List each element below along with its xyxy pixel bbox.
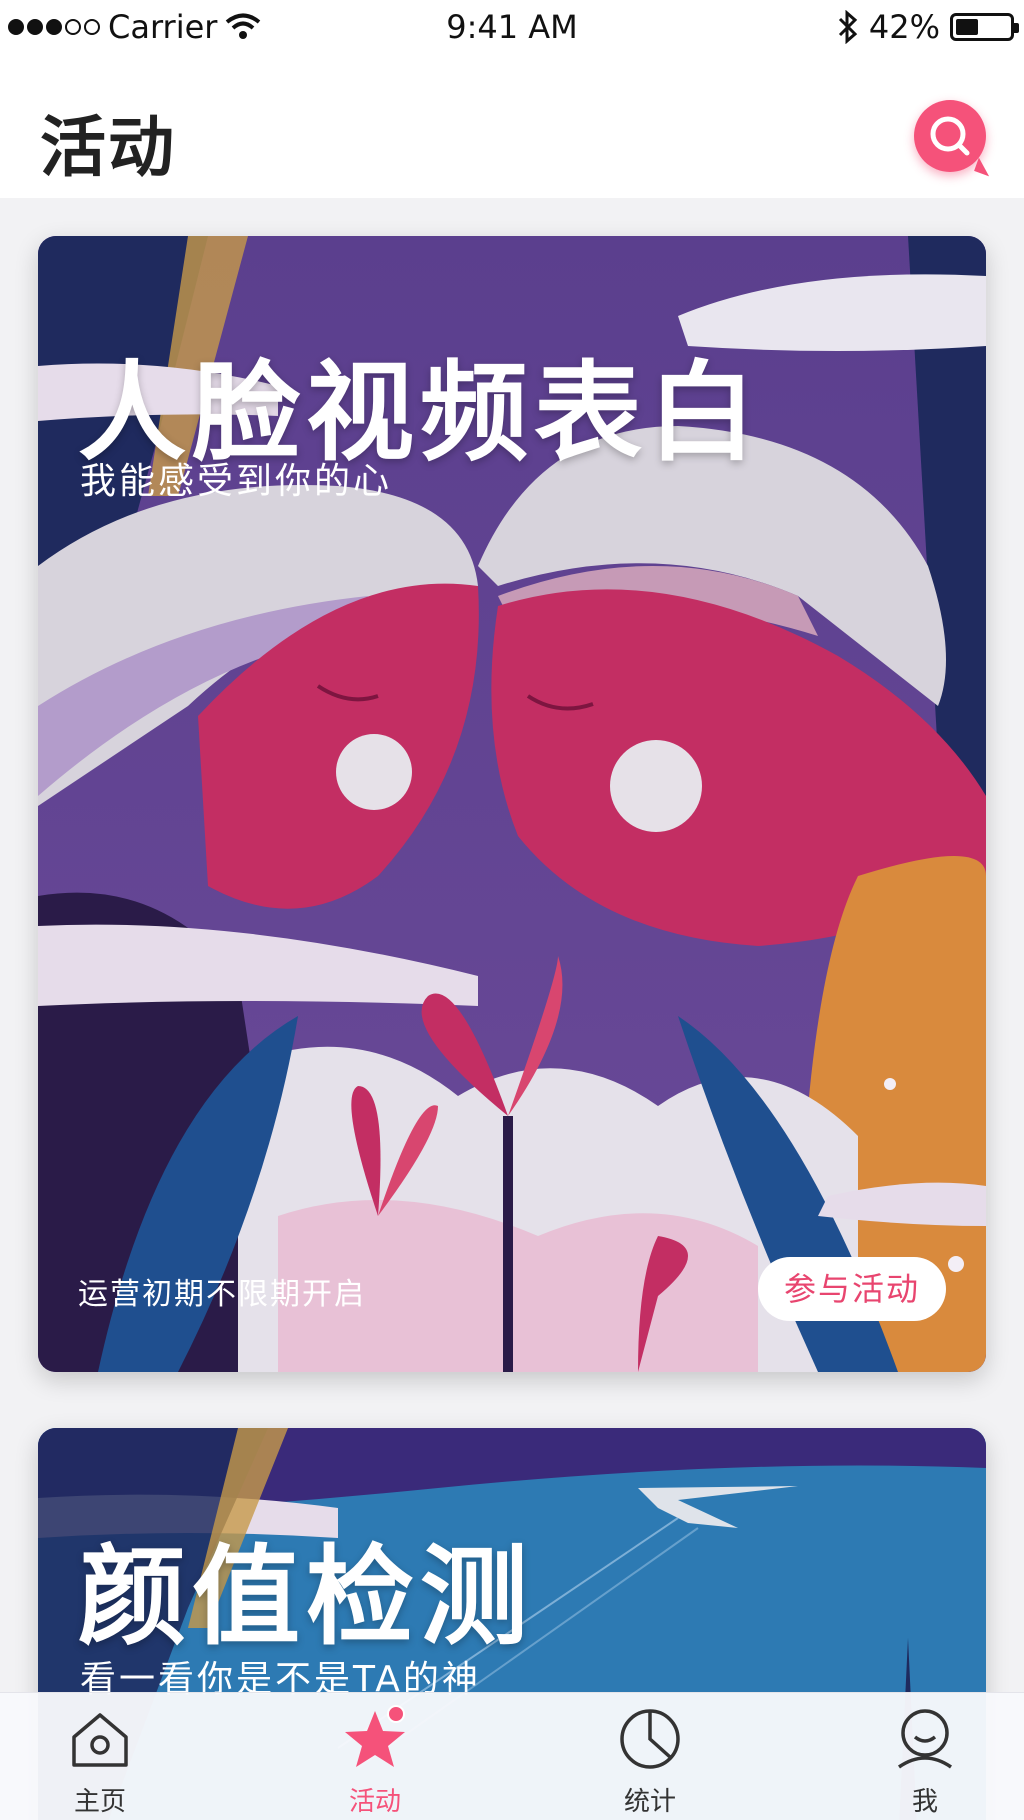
pie-chart-icon <box>620 1709 680 1769</box>
tab-profile[interactable]: 我 <box>845 1693 1005 1820</box>
battery-level <box>956 19 978 35</box>
tab-label: 活动 <box>348 1787 401 1817</box>
tab-label: 我 <box>911 1787 938 1817</box>
status-right: 42% <box>837 8 1019 46</box>
status-bar: Carrier 9:41 AM 42% <box>0 0 1024 58</box>
profile-icon <box>898 1709 952 1769</box>
page-header: 活动 <box>0 58 1024 198</box>
battery-percent: 42% <box>868 8 940 46</box>
battery-icon <box>950 13 1019 41</box>
card-subtitle: 我能感受到你的心 <box>80 461 393 502</box>
card-schedule-note: 运营初期不限期开启 <box>78 1277 366 1312</box>
page-title: 活动 <box>40 109 176 186</box>
bluetooth-icon <box>838 10 858 44</box>
tab-label: 主页 <box>73 1787 126 1817</box>
card-title: 颜值检测 <box>78 1535 535 1660</box>
join-activity-button[interactable]: 参与活动 <box>758 1257 946 1321</box>
tab-home[interactable]: 主页 <box>20 1693 180 1820</box>
notification-dot <box>387 1705 405 1723</box>
bottom-tab-bar: 主页 活动 统计 我 <box>0 1692 1024 1820</box>
home-icon <box>72 1713 128 1767</box>
tab-activity[interactable]: 活动 <box>295 1693 455 1820</box>
search-button[interactable] <box>914 100 994 177</box>
tab-statistics[interactable]: 统计 <box>570 1693 730 1820</box>
app-screen: Carrier 9:41 AM 42% 活动 人脸视频表白 我能感受到你的心 运… <box>0 0 1024 1820</box>
activity-card-confession[interactable]: 人脸视频表白 我能感受到你的心 运营初期不限期开启 参与活动 <box>38 236 986 1372</box>
search-icon <box>930 116 970 156</box>
tab-label: 统计 <box>623 1787 676 1817</box>
